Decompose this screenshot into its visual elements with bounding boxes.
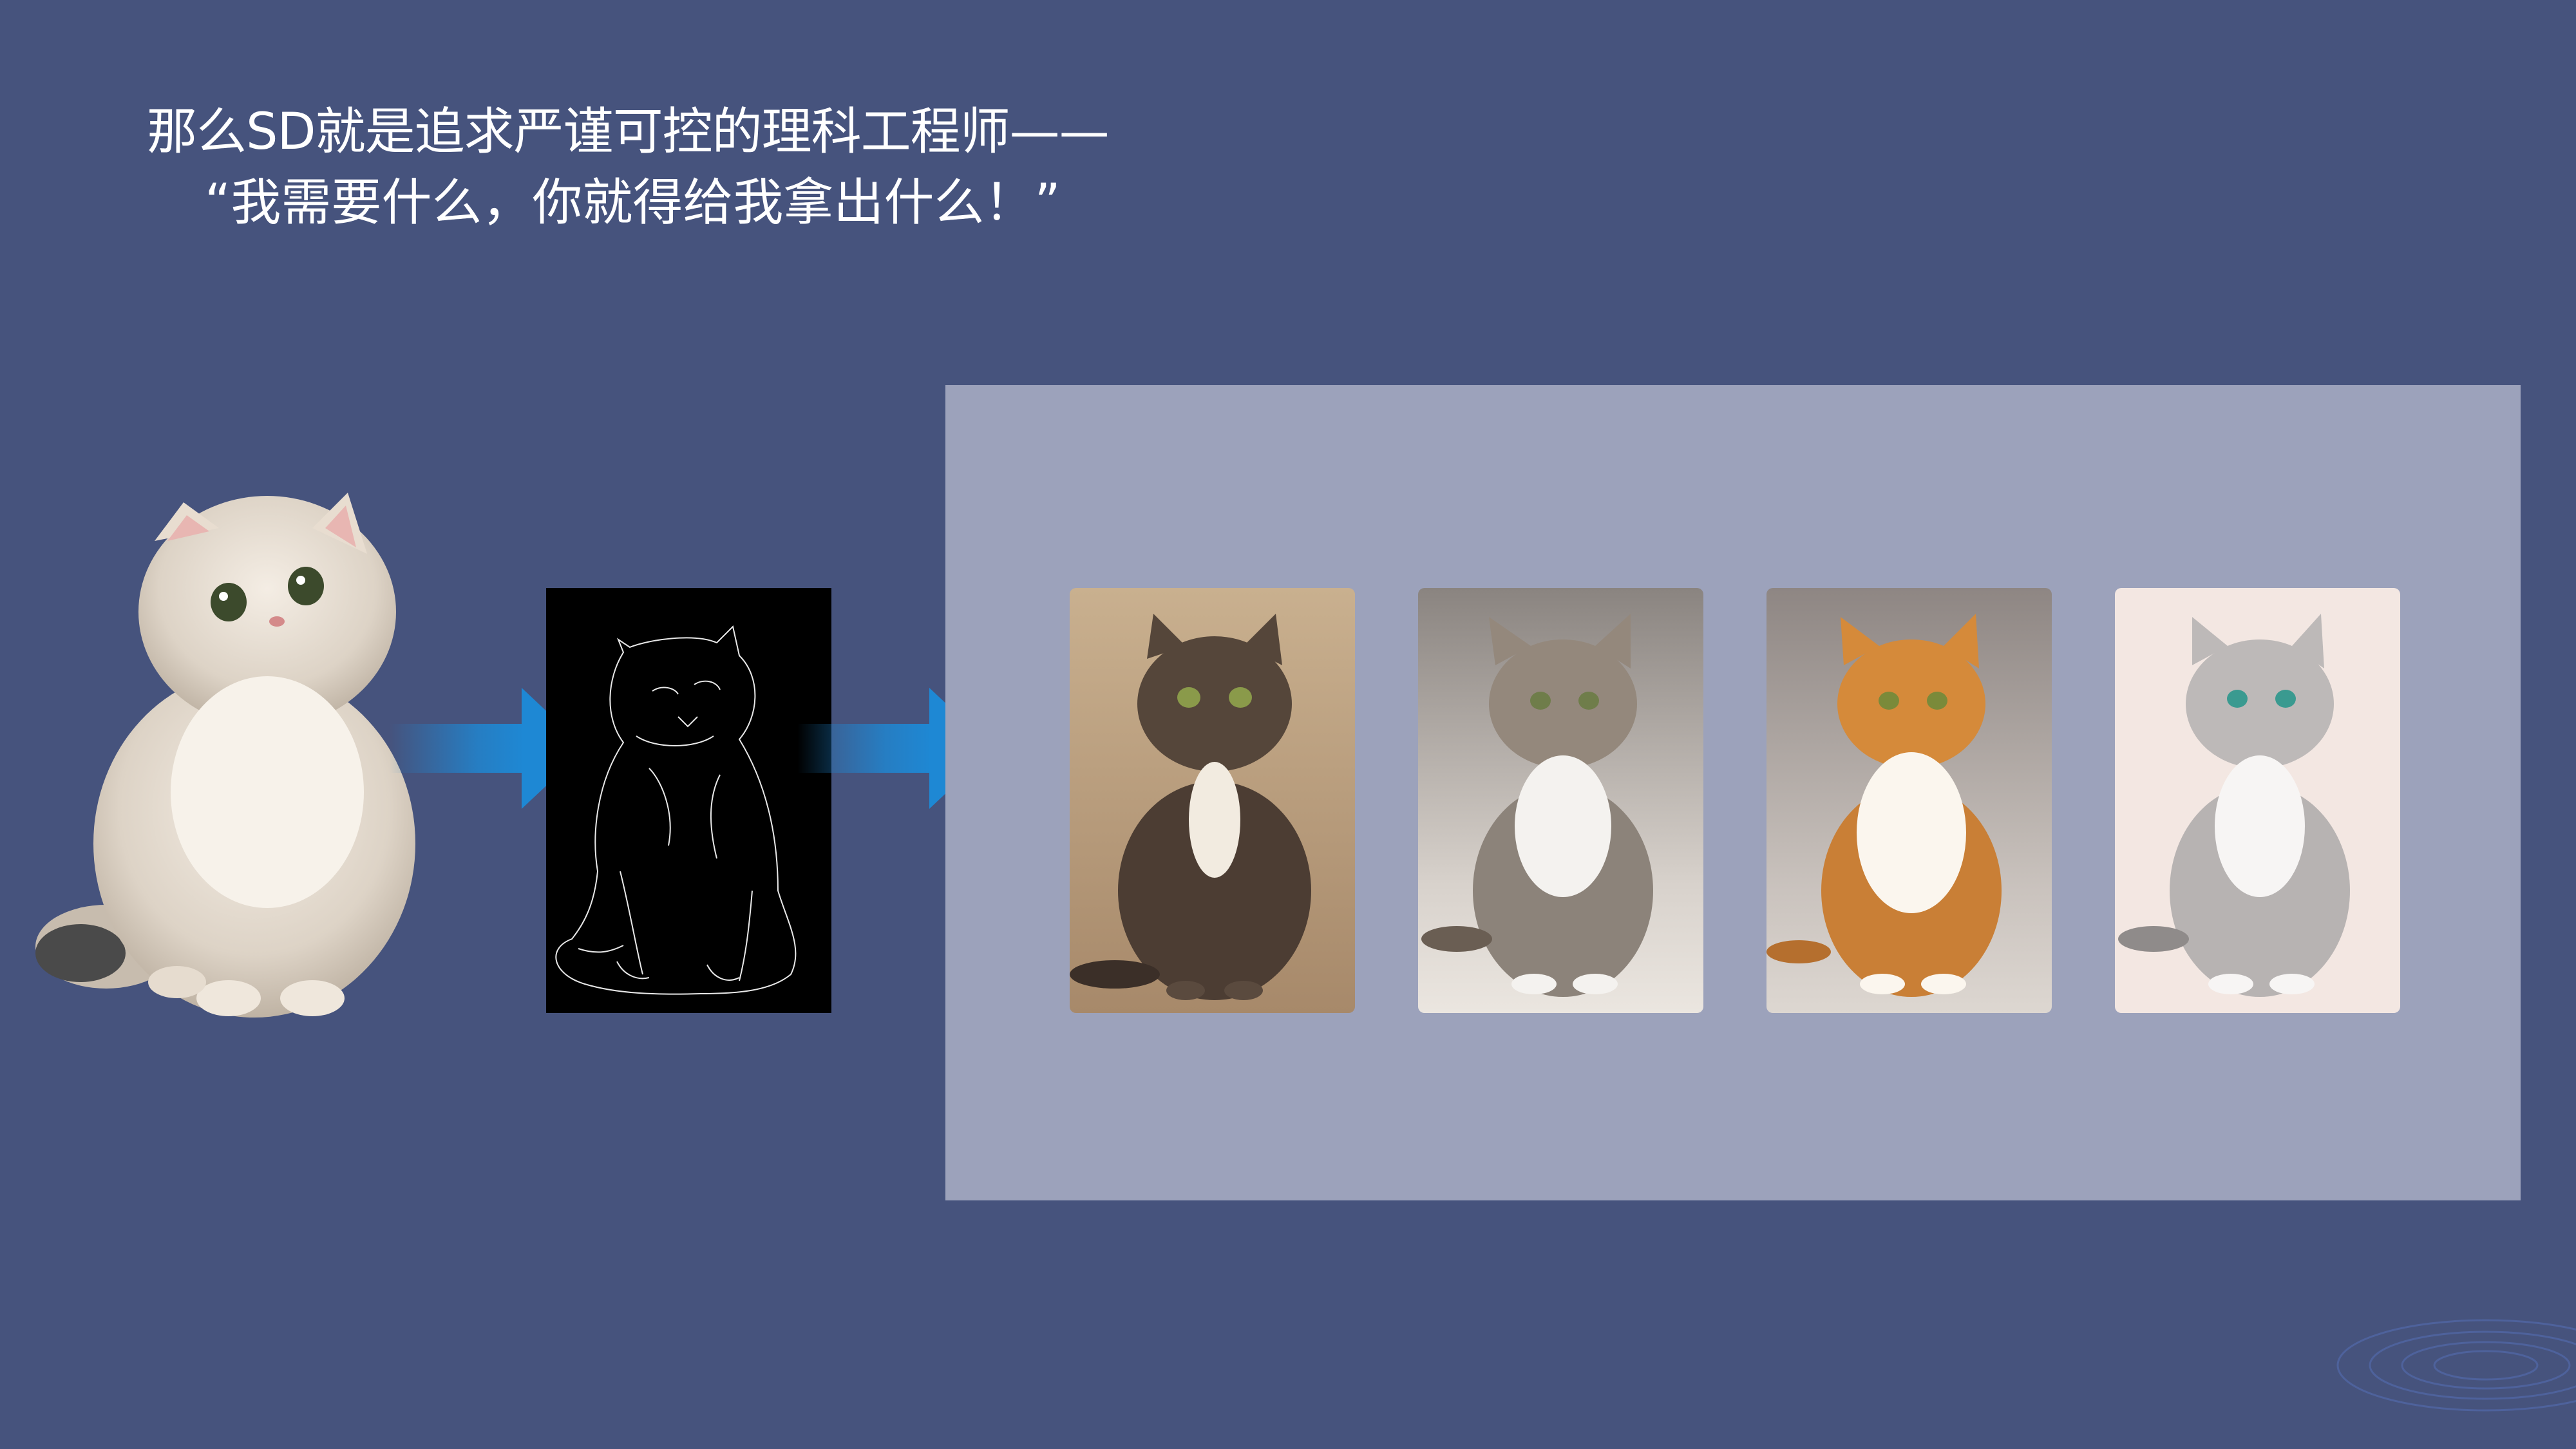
- source-cat-photo: [35, 493, 415, 1018]
- result-tabby-white: [1418, 588, 1703, 1013]
- title-line-1: 那么SD就是追求严谨可控的理科工程师——: [147, 103, 1110, 161]
- slide: 那么SD就是追求严谨可控的理科工程师—— “我需要什么，你就得给我拿出什么！”: [0, 0, 2576, 1449]
- title-line-2: “我需要什么，你就得给我拿出什么！”: [205, 174, 1061, 232]
- decorative-swirl-icon: [2336, 1319, 2576, 1412]
- result-gray-tabby: [2115, 588, 2400, 1013]
- result-tabby-brown: [1070, 588, 1355, 1013]
- result-orange-tabby: [1766, 588, 2052, 1013]
- title-block: 那么SD就是追求严谨可控的理科工程师—— “我需要什么，你就得给我拿出什么！”: [147, 97, 1110, 238]
- edge-map-image: [546, 588, 831, 1013]
